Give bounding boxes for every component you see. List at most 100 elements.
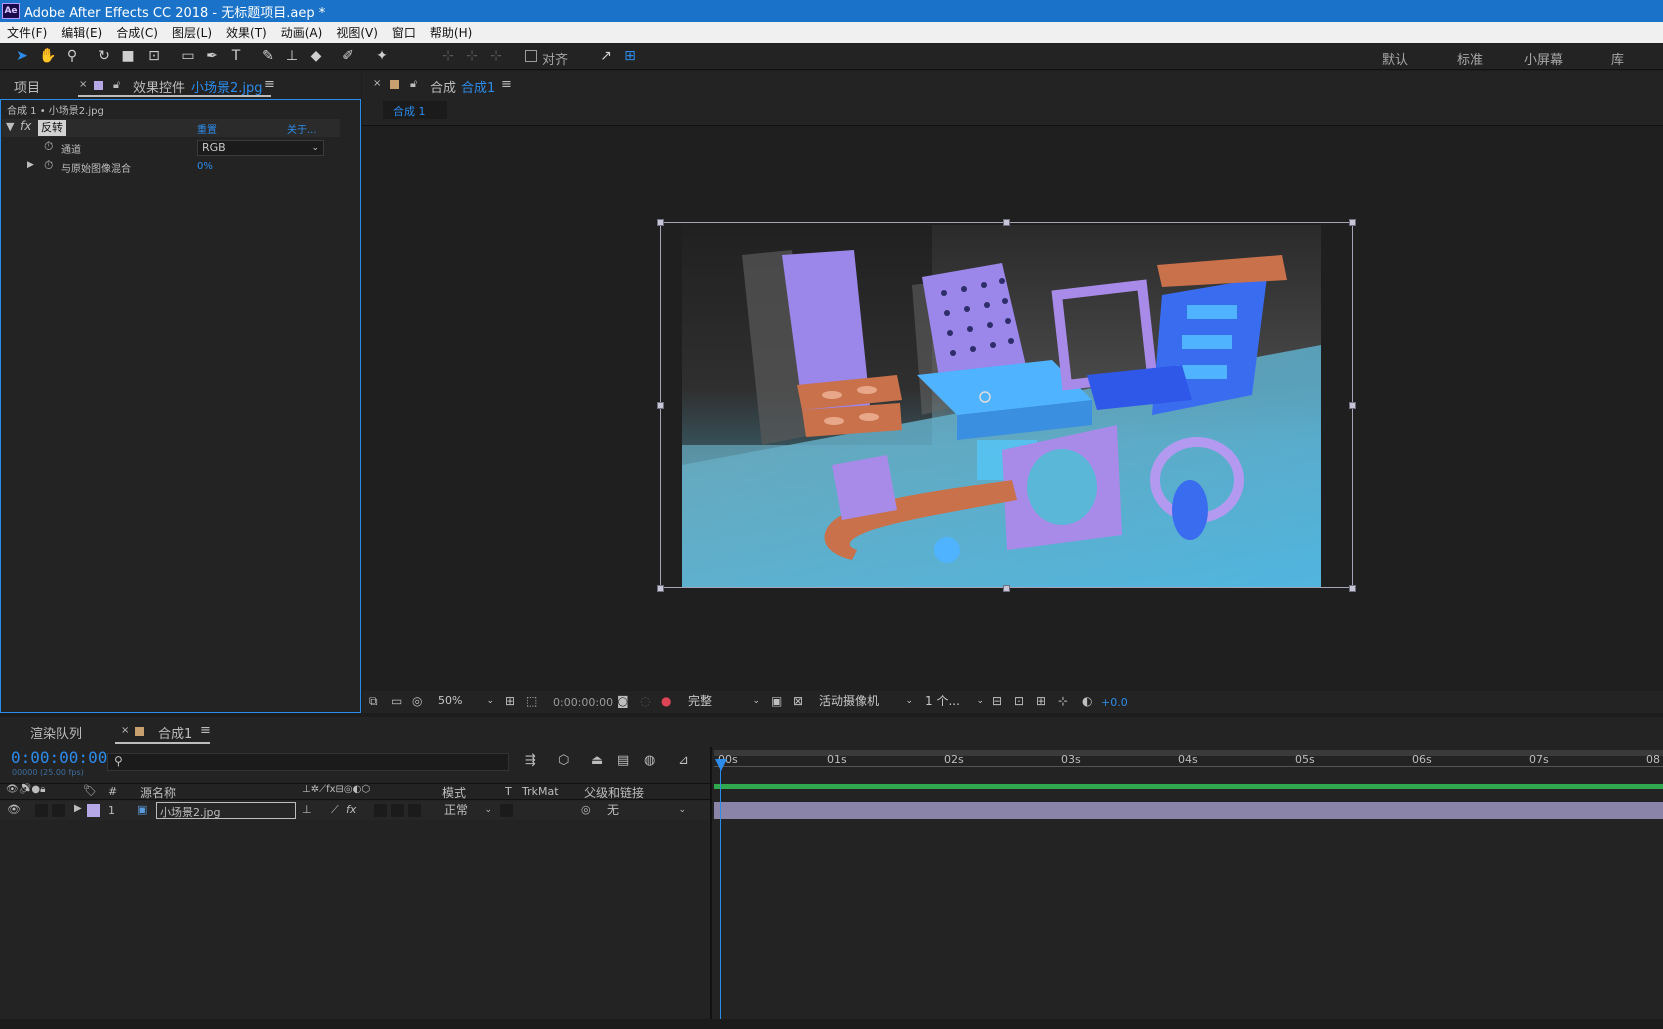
draft-3d-icon[interactable]: ⬡	[558, 753, 569, 768]
frame-blending-icon[interactable]: ▤	[617, 753, 629, 768]
table-row[interactable]: 👁︎ ▶ 1 ▣ 小场景2.jpg ⊥ ⟋ fx 正常 ⌄ ◎ 无 ⌄	[0, 801, 712, 820]
3d-layer-switch[interactable]	[408, 804, 421, 817]
panel-menu-icon[interactable]: ≡	[200, 723, 211, 738]
workspace-small-screen[interactable]: 小屏幕	[1524, 49, 1563, 68]
transform-handle[interactable]	[1349, 219, 1356, 226]
exposure-value[interactable]: +0.0	[1101, 696, 1128, 709]
t-column-header[interactable]: T	[505, 785, 512, 798]
parent-dropdown[interactable]: 无 ⌄	[603, 803, 688, 819]
shy-switch-icon[interactable]: ⊥	[302, 803, 312, 816]
menu-window[interactable]: 窗口	[385, 24, 423, 41]
blend-value[interactable]: 0%	[197, 161, 213, 172]
hand-tool-icon[interactable]: ✋	[38, 47, 58, 65]
zoom-tool-icon[interactable]: ⚲	[62, 47, 82, 65]
menu-file[interactable]: 文件(F)	[0, 24, 54, 41]
region-icon[interactable]: ⬚	[526, 694, 537, 708]
layer-duration-bar[interactable]	[714, 802, 1663, 819]
local-axis-icon[interactable]: ⊹	[438, 47, 458, 65]
panel-menu-icon[interactable]: ≡	[264, 77, 275, 92]
layer-name-field[interactable]: 小场景2.jpg	[156, 802, 296, 819]
toggle-pixel-aspect-icon[interactable]: ⊟	[992, 694, 1002, 708]
eraser-tool-icon[interactable]: ◆	[306, 47, 326, 65]
motion-blur-icon[interactable]: ◍	[644, 753, 655, 768]
panel-menu-icon[interactable]: ≡	[501, 77, 512, 92]
source-name-column-header[interactable]: 源名称	[140, 784, 176, 801]
tab-project[interactable]: 项目	[14, 77, 40, 96]
selection-tool-icon[interactable]: ➤	[12, 47, 32, 65]
brush-tool-icon[interactable]: ✎	[258, 47, 278, 65]
menu-view[interactable]: 视图(V)	[329, 24, 385, 41]
timeline-icon[interactable]: ⊞	[1036, 694, 1046, 708]
index-column-header[interactable]: #	[108, 785, 117, 798]
snap-target-icon[interactable]: ⊞	[620, 47, 640, 65]
effect-name[interactable]: 反转	[38, 120, 66, 136]
vr-icon[interactable]: ◎	[412, 694, 422, 708]
expand-triangle-icon[interactable]: ▶	[74, 803, 82, 814]
eye-icon[interactable]: 👁︎	[7, 803, 21, 816]
pan-behind-tool-icon[interactable]: ⊡	[144, 47, 164, 65]
monitor-icon[interactable]: ▭	[391, 694, 402, 708]
rectangle-tool-icon[interactable]: ▭	[178, 47, 198, 65]
av-features-icon[interactable]: 👁︎🔊︎●🔒︎	[6, 784, 45, 795]
trkmat-column-header[interactable]: TrkMat	[522, 785, 559, 798]
menu-animation[interactable]: 动画(A)	[274, 24, 330, 41]
work-area-bar[interactable]	[714, 784, 1663, 789]
graph-editor-icon[interactable]: ⊿	[678, 753, 689, 768]
always-preview-icon[interactable]: ⧉	[369, 694, 378, 709]
zoom-dropdown[interactable]: 50% ⌄	[434, 694, 496, 710]
fx-toggle[interactable]: fx	[20, 119, 31, 133]
menu-layer[interactable]: 图层(L)	[165, 24, 219, 41]
tab-timeline-comp[interactable]: 合成1	[158, 723, 192, 742]
workspace-standard[interactable]: 标准	[1457, 49, 1483, 68]
quality-switch-icon[interactable]: ⟋	[331, 803, 339, 817]
preserve-transparency-toggle[interactable]	[500, 804, 513, 817]
transform-handle[interactable]	[657, 402, 664, 409]
parent-column-header[interactable]: 父级和链接	[584, 784, 644, 801]
stopwatch-icon[interactable]: ⏱︎	[44, 139, 53, 154]
menu-edit[interactable]: 编辑(E)	[54, 24, 109, 41]
transparency-grid-icon[interactable]: ⊠	[793, 694, 803, 708]
lock-icon[interactable]: 🔓︎	[410, 77, 417, 91]
transform-handle[interactable]	[657, 585, 664, 592]
current-time-display[interactable]: 0:00:00:00	[11, 748, 107, 767]
viewer-timecode[interactable]: 0:00:00:00	[553, 696, 613, 709]
channel-dropdown[interactable]: RGB ⌄	[197, 140, 324, 156]
solo-toggle[interactable]	[52, 804, 65, 817]
type-tool-icon[interactable]: T	[226, 47, 246, 65]
workspace-default[interactable]: 默认	[1382, 49, 1408, 68]
label-column-icon[interactable]: 🏷︎	[83, 784, 97, 797]
blend-mode-dropdown[interactable]: 正常 ⌄	[440, 803, 494, 819]
pick-whip-icon[interactable]: ◎	[581, 803, 591, 816]
comp-navigator-tab[interactable]: 合成 1	[383, 101, 447, 119]
show-snapshot-icon[interactable]: ◌	[640, 694, 650, 708]
comp-mini-flowchart-icon[interactable]: ⇶	[525, 753, 536, 768]
tab-effect-target[interactable]: 小场景2.jpg	[191, 77, 263, 96]
view-axis-icon[interactable]: ⊹	[486, 47, 506, 65]
transform-handle[interactable]	[1349, 402, 1356, 409]
playhead-icon[interactable]	[715, 759, 727, 771]
reset-link[interactable]: 重置	[197, 121, 217, 136]
pen-tool-icon[interactable]: ✒	[202, 47, 222, 65]
switches-column-icon[interactable]: ⊥✲⟋fx⊟◎◐⬡	[302, 784, 370, 795]
audio-toggle[interactable]	[35, 804, 48, 817]
camera-dropdown[interactable]: 活动摄像机 ⌄	[815, 694, 915, 710]
camera-tool-icon[interactable]: ■	[118, 47, 138, 65]
workspace-library[interactable]: 库	[1611, 49, 1624, 68]
current-time-indicator[interactable]	[720, 767, 721, 1029]
views-dropdown[interactable]: 1 个... ⌄	[921, 694, 986, 710]
resolution-dropdown[interactable]: 完整 ⌄	[684, 694, 762, 710]
transform-handle[interactable]	[1003, 585, 1010, 592]
stopwatch-icon[interactable]: ⏱︎	[44, 158, 53, 173]
mode-column-header[interactable]: 模式	[442, 784, 466, 801]
shy-layers-icon[interactable]: ⏏	[591, 753, 603, 768]
close-tab-icon[interactable]: ×	[373, 78, 381, 89]
menu-help[interactable]: 帮助(H)	[423, 24, 479, 41]
flowchart-icon[interactable]: ⊹	[1058, 694, 1068, 708]
fast-previews-icon[interactable]: ⊡	[1014, 694, 1024, 708]
roto-brush-tool-icon[interactable]: ✐	[338, 47, 358, 65]
motion-blur-switch[interactable]	[391, 804, 404, 817]
menu-composition[interactable]: 合成(C)	[109, 24, 165, 41]
layer-label-color[interactable]	[87, 804, 100, 817]
rotate-tool-icon[interactable]: ↻	[94, 47, 114, 65]
about-link[interactable]: 关于...	[287, 121, 317, 136]
